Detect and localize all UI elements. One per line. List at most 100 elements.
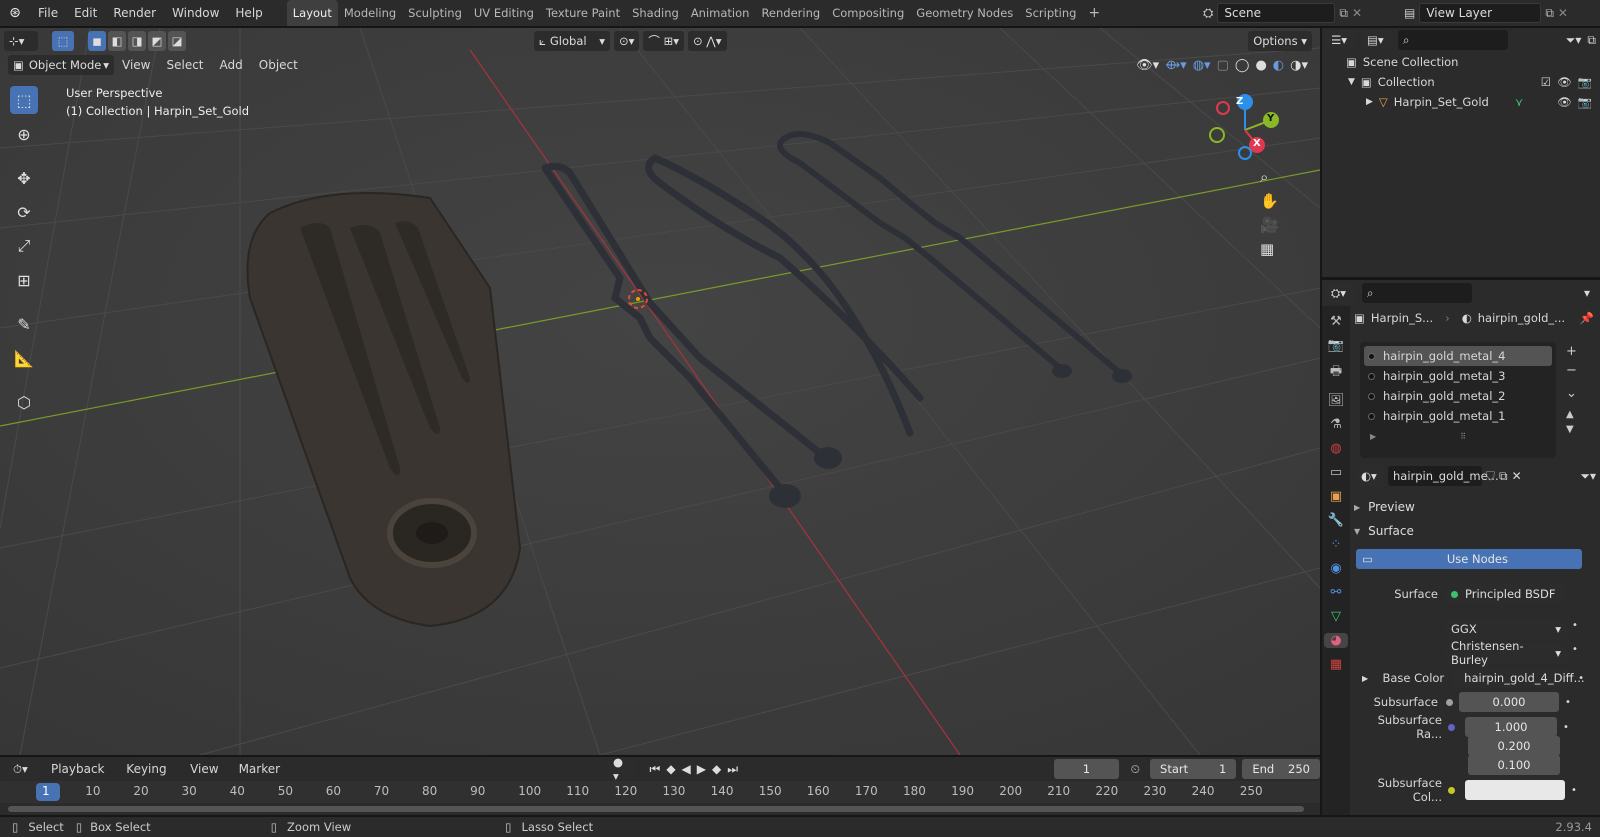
play-icon[interactable]: ▶	[697, 762, 706, 776]
measure-tool-icon[interactable]: 📐	[10, 344, 38, 372]
move-tool-icon[interactable]: ✥	[10, 164, 38, 192]
pivot-point-icon[interactable]: ⊙▾	[614, 31, 640, 51]
subsurface-radius-y[interactable]: 0.200	[1468, 736, 1560, 756]
new-view-layer-icon[interactable]: ⧉	[1545, 6, 1554, 21]
menu-select[interactable]: Select	[158, 54, 211, 76]
output-tab-icon[interactable]: 🖶	[1330, 362, 1342, 384]
subsurface-method-dropdown[interactable]: Christensen-Burley ▾	[1446, 639, 1566, 667]
properties-search-input[interactable]: ⌕	[1362, 283, 1472, 303]
current-frame-field[interactable]: 1	[1054, 759, 1119, 779]
material-slot-item[interactable]: hairpin_gold_metal_4	[1364, 346, 1552, 366]
xray-icon[interactable]: ▢	[1217, 58, 1229, 73]
mode-intersect-icon[interactable]: ◪	[168, 31, 186, 51]
menu-view[interactable]: View	[114, 54, 158, 76]
menu-window[interactable]: Window	[164, 0, 227, 26]
menu-object[interactable]: Object	[251, 54, 306, 76]
modifier-tab-icon[interactable]: 🔧	[1328, 513, 1344, 528]
view-layer-icon[interactable]: ▤	[1404, 6, 1415, 20]
mode-invert-icon[interactable]: ◩	[148, 31, 166, 51]
gizmo-toggle-icon[interactable]: ⟴▾	[1165, 58, 1187, 73]
expand-arrow-icon[interactable]: ▼	[1348, 77, 1355, 87]
navigation-gizmo[interactable]	[1205, 90, 1285, 170]
preview-range-icon[interactable]: ⏲	[1131, 762, 1140, 777]
eye-icon[interactable]: 👁	[1557, 75, 1572, 89]
filter-icon[interactable]: ⏷▾	[1566, 33, 1582, 48]
delete-scene-icon[interactable]: ✕	[1352, 6, 1362, 20]
delete-view-layer-icon[interactable]: ✕	[1558, 6, 1568, 20]
menu-marker[interactable]: Marker	[231, 758, 288, 780]
link-type-icon[interactable]: ⏷▾	[1580, 469, 1596, 484]
data-tab-icon[interactable]: ▽	[1331, 609, 1341, 624]
add-workspace-icon[interactable]: +	[1082, 0, 1106, 26]
rotate-tool-icon[interactable]: ⟳	[10, 198, 38, 226]
duplicate-material-icon[interactable]: ⧉	[1499, 469, 1508, 484]
menu-timeline-view[interactable]: View	[182, 758, 226, 780]
tab-sculpting[interactable]: Sculpting	[402, 0, 468, 26]
list-expand-icon[interactable]: ▶ ⠿	[1364, 426, 1552, 446]
add-slot-icon[interactable]: +	[1566, 344, 1577, 359]
exclude-checkbox[interactable]: ☑	[1541, 75, 1551, 89]
scale-tool-icon[interactable]: ⤢	[10, 232, 38, 260]
proportional-edit-icon[interactable]: ⊙ ⋀▾	[688, 31, 727, 51]
shading-solid-icon[interactable]: ●	[1255, 58, 1266, 73]
move-up-icon[interactable]: ▲	[1566, 409, 1577, 420]
outliner-editor-type-icon[interactable]: ☰▾	[1326, 30, 1356, 50]
overlay-toggle-icon[interactable]: ◍▾	[1193, 58, 1211, 73]
camera-icon[interactable]: 📷	[1578, 95, 1592, 109]
unlink-material-icon[interactable]: ✕	[1512, 469, 1522, 483]
keyframe-dot-icon[interactable]: •	[1565, 697, 1571, 708]
camera-view-icon[interactable]: 🎥	[1260, 216, 1279, 234]
auto-keying-icon[interactable]: ● ▾	[608, 755, 636, 783]
object-mode-dropdown[interactable]: ▣ Object Mode ▾	[8, 55, 114, 75]
mode-extend-icon[interactable]: ◧	[108, 31, 126, 51]
material-slot-item[interactable]: hairpin_gold_metal_1	[1364, 406, 1552, 426]
prev-keyframe-icon[interactable]: ◆	[666, 762, 675, 776]
tool-tab-icon[interactable]: ⚒	[1330, 314, 1342, 329]
texture-tab-icon[interactable]: ▦	[1330, 657, 1342, 672]
eye-icon[interactable]: 👁	[1557, 95, 1572, 109]
start-frame-field[interactable]: Start 1	[1150, 759, 1237, 779]
physics-tab-icon[interactable]: ◉	[1330, 561, 1341, 576]
tab-rendering[interactable]: Rendering	[755, 0, 826, 26]
world-tab-icon[interactable]: ◍	[1330, 441, 1341, 456]
select-tool-icon[interactable]: ⬚	[52, 31, 74, 51]
constraints-tab-icon[interactable]: ⚯	[1331, 585, 1342, 600]
preview-panel-header[interactable]: ▶ Preview	[1354, 496, 1594, 518]
timeline-editor-type-icon[interactable]: ⏱▾	[8, 759, 39, 779]
menu-playback[interactable]: Playback ▾	[43, 758, 114, 798]
use-nodes-button[interactable]: ▭ Use Nodes	[1356, 549, 1582, 569]
new-collection-icon[interactable]: ⧉	[1587, 33, 1596, 48]
zoom-icon[interactable]: ⌕	[1260, 168, 1279, 186]
fake-user-icon[interactable]: ⛉	[1486, 469, 1495, 484]
subsurface-value-field[interactable]: 0.000	[1459, 692, 1559, 712]
jump-start-icon[interactable]: ⏮	[650, 762, 661, 777]
tab-geometry-nodes[interactable]: Geometry Nodes	[910, 0, 1019, 26]
outliner-row-object[interactable]: ▶ ▽ Harpin_Set_Gold ⋎ 👁 📷	[1322, 92, 1600, 112]
view-layer-field[interactable]: View Layer	[1419, 3, 1542, 23]
end-frame-field[interactable]: End 250	[1242, 759, 1320, 779]
menu-edit[interactable]: Edit	[66, 0, 105, 26]
menu-render[interactable]: Render	[105, 0, 164, 26]
move-down-icon[interactable]: ▼	[1566, 424, 1577, 435]
tab-modeling[interactable]: Modeling	[338, 0, 402, 26]
surface-shader-field[interactable]: Principled BSDF	[1446, 584, 1566, 604]
base-color-field[interactable]: hairpin_gold_4_Diff...	[1452, 668, 1585, 688]
shading-rendered-icon[interactable]: ◑▾	[1290, 58, 1308, 73]
scene-tab-icon[interactable]: ⚗	[1330, 417, 1342, 432]
menu-file[interactable]: File	[30, 0, 66, 26]
remove-slot-icon[interactable]: −	[1566, 363, 1577, 378]
menu-help[interactable]: Help	[227, 0, 270, 26]
tab-texture-paint[interactable]: Texture Paint	[540, 0, 626, 26]
menu-keying[interactable]: Keying ▾	[118, 758, 178, 798]
subsurface-radius-z[interactable]: 0.100	[1468, 755, 1560, 775]
tab-scripting[interactable]: Scripting	[1019, 0, 1082, 26]
keyframe-dot-icon[interactable]: •	[1563, 722, 1569, 733]
shading-material-icon[interactable]: ◐	[1273, 58, 1284, 73]
mode-subtract-icon[interactable]: ◨	[128, 31, 146, 51]
resize-handle-icon[interactable]: ⠿	[1460, 432, 1466, 441]
material-tab-icon[interactable]: ◕	[1324, 633, 1348, 648]
ortho-grid-icon[interactable]: ▦	[1260, 240, 1279, 258]
view-layer-tab-icon[interactable]: 🖼	[1328, 393, 1345, 408]
pin-icon[interactable]: 📌	[1580, 311, 1594, 325]
snap-icon[interactable]: ⌒ ⊞▾	[643, 31, 684, 51]
